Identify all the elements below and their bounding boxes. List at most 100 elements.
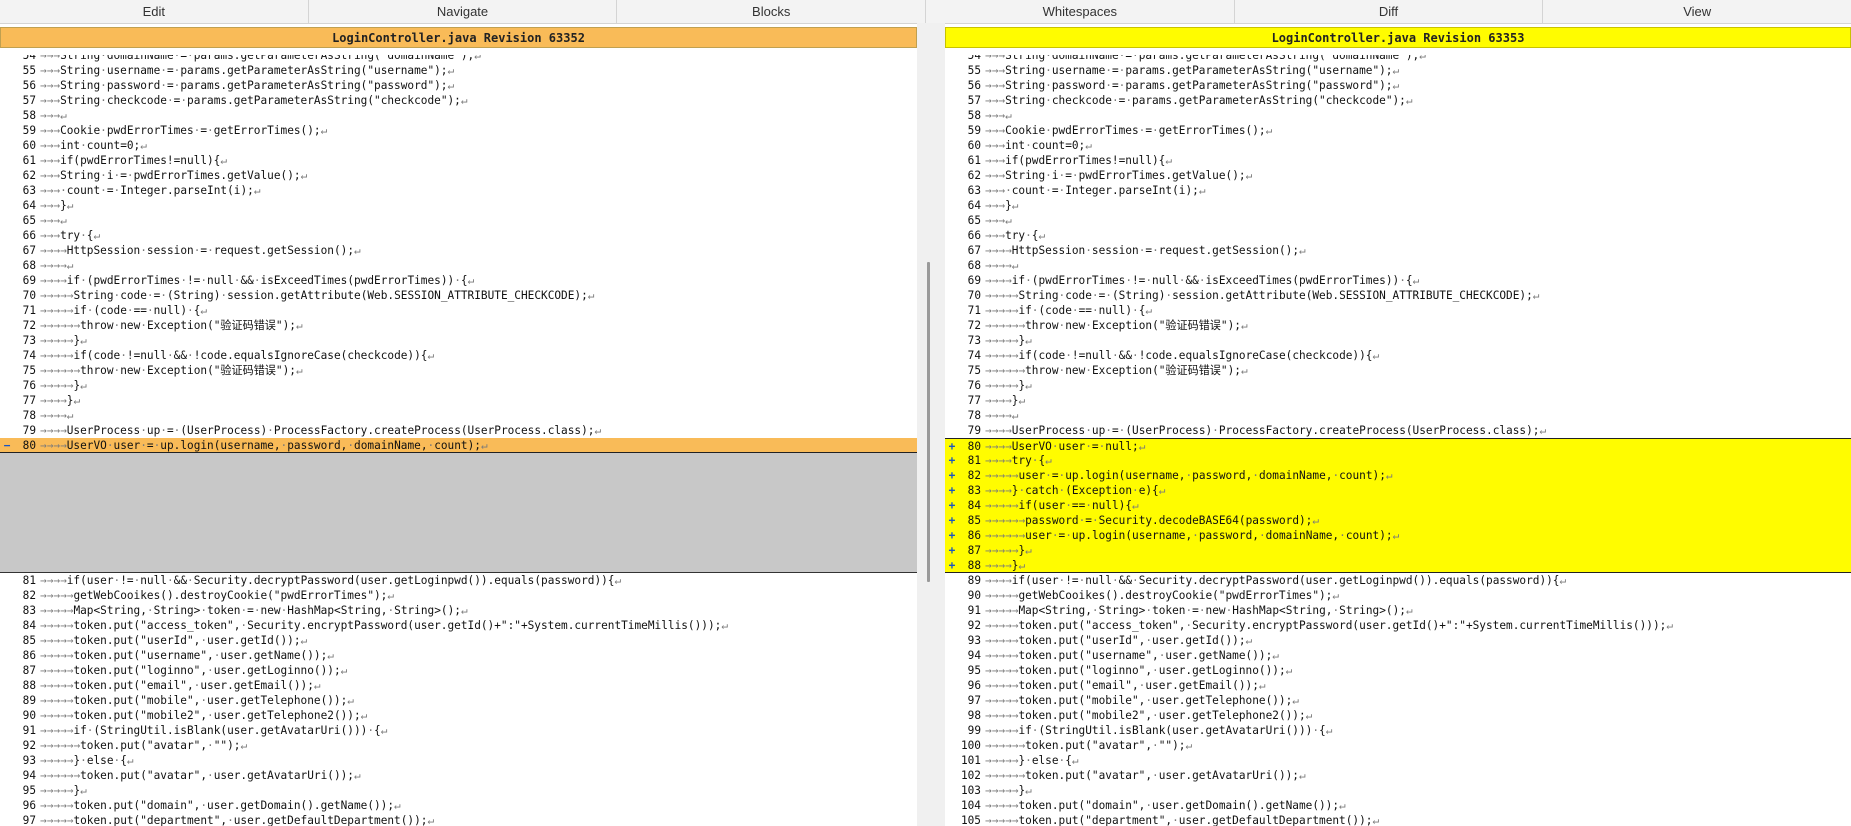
code-line: 62 →→→String·i·=·pwdErrorTimes.getValue()… (0, 168, 917, 183)
line-number: 95 (22, 784, 36, 797)
line-number: 100 (960, 739, 981, 752)
code-line: 70 →→→→→String·code·=·(String)·session.ge… (0, 288, 917, 303)
line-number: 104 (960, 799, 981, 812)
menu-whitespaces[interactable]: Whitespaces (926, 0, 1235, 23)
code-line: 94 →→→→→token.put("username",·user.getNam… (945, 648, 1851, 663)
code-text: →→→→UserProcess·up·=·(UserProcess)·Proce… (40, 424, 602, 437)
line-number: 59 (22, 124, 36, 137)
code-line: 65 →→→↵ (0, 213, 917, 228)
left-code-pane[interactable]: 54 →→→String·domainName·=·params.getParam… (0, 55, 917, 826)
line-number: 57 (22, 94, 36, 107)
line-number: 89 (22, 694, 36, 707)
code-text: →→→int·count=0;↵ (985, 139, 1092, 152)
line-number: 67 (22, 244, 36, 257)
added-marker: + (948, 469, 956, 482)
code-line: 91 →→→→→Map<String,·String>·token·=·new·H… (945, 603, 1851, 618)
line-number: 55 (967, 64, 981, 77)
code-text: →→→→→if·(StringUtil.isBlank(user.getAvat… (40, 724, 388, 737)
code-line: 71 →→→→→if·(code·==·null)·{↵ (0, 303, 917, 318)
code-line: 95 →→→→→}↵ (0, 783, 917, 798)
added-marker: + (948, 440, 956, 453)
changed-code-line: +82 →→→→→user·=·up.login(username,·passwo… (945, 468, 1851, 483)
code-text: →→→→→token.put("mobile",·user.getTelepho… (985, 694, 1299, 707)
code-text: →→→if(pwdErrorTimes!=null){↵ (40, 154, 228, 167)
line-number: 79 (22, 424, 36, 437)
code-text: →→→try·{↵ (985, 229, 1046, 242)
line-number: 85 (22, 634, 36, 647)
removed-marker: − (3, 439, 11, 452)
code-text: →→→→→if·(code·==·null)·{↵ (40, 304, 208, 317)
code-text: →→→→→→throw·new·Exception("验证码错误");↵ (40, 319, 303, 332)
right-code-pane[interactable]: 54 →→→String·domainName·=·params.getParam… (945, 55, 1851, 826)
code-text: →→→→}↵ (985, 559, 1026, 572)
diff-gutter (917, 23, 945, 826)
line-number: 85 (967, 514, 981, 527)
added-marker: + (948, 454, 956, 467)
scrollbar-thumb[interactable] (927, 262, 930, 582)
code-text: →→→→→}↵ (40, 334, 87, 347)
line-number: 78 (967, 409, 981, 422)
code-text: →→→→if(user·!=·null·&&·Security.decryptP… (985, 574, 1567, 587)
menu-blocks[interactable]: Blocks (617, 0, 927, 23)
changed-code-line: +87 →→→→→}↵ (945, 543, 1851, 558)
code-text: →→→→→}·else·{↵ (985, 754, 1079, 767)
code-line: 88 →→→→→token.put("email",·user.getEmail(… (0, 678, 917, 693)
menu-view[interactable]: View (1543, 0, 1851, 23)
code-text: →→→→→token.put("department",·user.getDef… (40, 814, 435, 826)
code-text: →→→→↵ (40, 259, 74, 272)
line-number: 59 (967, 124, 981, 137)
code-line: 96 →→→→→token.put("domain",·user.getDomai… (0, 798, 917, 813)
line-number: 84 (967, 499, 981, 512)
code-text: →→→→}↵ (40, 394, 81, 407)
code-line: 59 →→→Cookie·pwdErrorTimes·=·getErrorTime… (0, 123, 917, 138)
code-text: →→→→→Map<String,·String>·token·=·new·Has… (985, 604, 1413, 617)
code-text: →→→}↵ (985, 199, 1019, 212)
code-text: →→→String·username·=·params.getParameter… (40, 64, 455, 77)
code-text: →→→·count·=·Integer.parseInt(i);↵ (985, 184, 1206, 197)
code-text: →→→String·password·=·params.getParameter… (40, 79, 455, 92)
line-number: 58 (22, 109, 36, 122)
line-number: 71 (22, 304, 36, 317)
code-line: 54 →→→String·domainName·=·params.getParam… (945, 55, 1851, 63)
code-line: 64 →→→}↵ (945, 198, 1851, 213)
code-text: →→→→↵ (985, 409, 1019, 422)
code-text: →→→→→→token.put("avatar",·user.getAvatar… (40, 769, 361, 782)
line-number: 77 (967, 394, 981, 407)
menu-edit[interactable]: Edit (0, 0, 309, 23)
code-line: 59 →→→Cookie·pwdErrorTimes·=·getErrorTime… (945, 123, 1851, 138)
line-number: 88 (967, 559, 981, 572)
line-number: 71 (967, 304, 981, 317)
line-number: 80 (967, 440, 981, 453)
menu-navigate[interactable]: Navigate (309, 0, 618, 23)
left-file-header: LoginController.java Revision 63352 (0, 27, 917, 48)
code-text: →→→→try·{↵ (985, 454, 1052, 467)
code-text: →→→if(pwdErrorTimes!=null){↵ (985, 154, 1173, 167)
line-number: 75 (22, 364, 36, 377)
code-line: 87 →→→→→token.put("loginno",·user.getLogi… (0, 663, 917, 678)
code-text: →→→→}↵ (985, 394, 1026, 407)
code-line: 66 →→→try·{↵ (0, 228, 917, 243)
line-number: 97 (22, 814, 36, 826)
code-line: 97 →→→→→token.put("mobile",·user.getTelep… (945, 693, 1851, 708)
line-number: 83 (967, 484, 981, 497)
line-number: 62 (22, 169, 36, 182)
code-line: 99 →→→→→if·(StringUtil.isBlank(user.getAv… (945, 723, 1851, 738)
code-line: 82 →→→→→getWebCooikes().destroyCookie("pw… (0, 588, 917, 603)
code-text: →→→→→if(user·==·null){↵ (985, 499, 1139, 512)
code-line: 81 →→→→if(user·!=·null·&&·Security.decryp… (0, 573, 917, 588)
code-line: 58 →→→↵ (0, 108, 917, 123)
changed-code-line: +83 →→→→}·catch·(Exception·e){↵ (945, 483, 1851, 498)
line-number: 69 (967, 274, 981, 287)
menu-diff[interactable]: Diff (1235, 0, 1544, 23)
code-line: 92 →→→→→→token.put("avatar",·"");↵ (0, 738, 917, 753)
line-number: 81 (22, 574, 36, 587)
code-line: 77 →→→→}↵ (945, 393, 1851, 408)
code-text: →→→String·domainName·=·params.getParamet… (40, 55, 481, 62)
line-number: 75 (967, 364, 981, 377)
code-text: →→→→→token.put("loginno",·user.getLoginn… (40, 664, 348, 677)
added-marker: + (948, 514, 956, 527)
code-line: 73 →→→→→}↵ (945, 333, 1851, 348)
code-text: →→→int·count=0;↵ (40, 139, 147, 152)
code-line: 69 →→→→if·(pwdErrorTimes·!=·null·&&·isExc… (0, 273, 917, 288)
line-number: 86 (22, 649, 36, 662)
